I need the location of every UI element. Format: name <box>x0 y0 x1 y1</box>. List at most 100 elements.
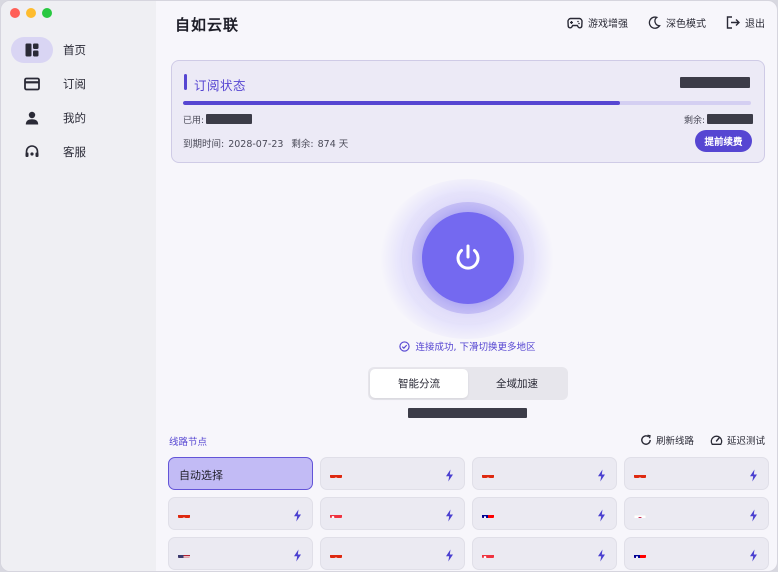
node-item-tw[interactable] <box>624 537 769 570</box>
maximize-window-button[interactable] <box>42 8 52 18</box>
node-item-sg[interactable] <box>472 537 617 570</box>
refresh-nodes-label: 刷新线路 <box>655 436 694 447</box>
expiry-info: 到期时间: 2028-07-23 剩余: 874 天 <box>183 136 356 150</box>
app-window: 首页 订阅 我的 客服 自如云联 游戏增强 深色模式 退出 订阅状态 已用: 剩… <box>0 0 778 572</box>
flag-tw-icon <box>634 549 646 558</box>
app-title: 自如云联 <box>175 16 240 34</box>
moon-icon <box>648 16 661 29</box>
subscription-card: 订阅状态 已用: 剩余: 到期时间: 2028-07-23 剩余: 874 天 提前续… <box>171 60 765 163</box>
sidebar-item-label: 首页 <box>63 43 86 57</box>
bolt-icon <box>293 507 302 526</box>
redacted-mode-info <box>408 408 527 418</box>
logout-label: 退出 <box>745 19 765 30</box>
refresh-nodes-button[interactable]: 刷新线路 <box>640 433 694 447</box>
card-icon <box>11 71 53 97</box>
headset-icon <box>11 139 53 165</box>
flag-tw-icon <box>482 509 494 518</box>
mode-toggle: 智能分流 全域加速 <box>368 367 568 400</box>
logout-icon <box>726 16 740 29</box>
bolt-icon <box>597 507 606 526</box>
renew-button[interactable]: 提前续费 <box>695 130 752 152</box>
usage-row: 已用: 剩余: <box>183 112 753 126</box>
nodes-actions: 刷新线路 延迟测试 <box>640 433 765 447</box>
mode-global-accel[interactable]: 全域加速 <box>468 369 566 398</box>
flag-hk-icon <box>330 469 342 478</box>
bolt-icon <box>749 547 758 566</box>
connection-status-text: 连接成功, 下滑切换更多地区 <box>415 342 536 353</box>
game-boost-button[interactable]: 游戏增强 <box>567 15 628 30</box>
title-accent-bar <box>184 74 187 90</box>
node-item-hk[interactable] <box>168 497 313 530</box>
flag-hk-icon <box>634 469 646 478</box>
dashboard-icon <box>11 37 53 63</box>
node-item-us[interactable] <box>168 537 313 570</box>
refresh-icon <box>641 434 651 445</box>
dark-mode-button[interactable]: 深色模式 <box>648 15 706 30</box>
sidebar-item-label: 我的 <box>63 111 86 125</box>
game-boost-label: 游戏增强 <box>588 19 628 30</box>
node-item-sg[interactable] <box>320 497 465 530</box>
latency-test-label: 延迟测试 <box>726 436 765 447</box>
node-item-hk[interactable] <box>472 457 617 490</box>
flag-hk-icon <box>330 549 342 558</box>
node-grid: 自动选择 <box>168 457 769 570</box>
subscription-title: 订阅状态 <box>194 78 247 93</box>
node-item-hk[interactable] <box>320 537 465 570</box>
latency-test-button[interactable]: 延迟测试 <box>710 433 765 447</box>
node-item-hk[interactable] <box>624 457 769 490</box>
node-item-hk[interactable] <box>320 457 465 490</box>
connection-status: 连接成功, 下滑切换更多地区 <box>156 339 777 353</box>
logout-button[interactable]: 退出 <box>726 15 765 30</box>
sidebar-nav: 首页 订阅 我的 客服 <box>11 37 146 173</box>
sidebar-item-profile[interactable]: 我的 <box>11 105 146 131</box>
bolt-icon <box>597 467 606 486</box>
window-controls <box>10 8 52 18</box>
bolt-icon <box>293 547 302 566</box>
sidebar-item-home[interactable]: 首页 <box>11 37 146 63</box>
speedometer-icon <box>710 435 723 445</box>
sidebar-item-label: 客服 <box>63 145 86 159</box>
close-window-button[interactable] <box>10 8 20 18</box>
flag-sg-icon <box>482 549 494 558</box>
flag-hk-icon <box>178 509 190 518</box>
redacted-used-value <box>206 114 253 124</box>
node-auto-select[interactable]: 自动选择 <box>168 457 313 490</box>
expiry-label: 到期时间: <box>183 139 225 150</box>
node-auto-label: 自动选择 <box>179 469 223 482</box>
power-icon <box>456 244 480 270</box>
bolt-icon <box>749 467 758 486</box>
expiry-date: 2028-07-23 <box>228 139 284 150</box>
minimize-window-button[interactable] <box>26 8 36 18</box>
usage-progress-fill <box>183 101 621 105</box>
flag-jp-icon <box>634 509 646 518</box>
remaining-label: 剩余: <box>683 115 705 126</box>
header-actions: 游戏增强 深色模式 退出 <box>567 15 765 30</box>
bolt-icon <box>445 547 454 566</box>
flag-us-icon <box>178 549 190 558</box>
user-icon <box>11 105 53 131</box>
connect-power-button[interactable] <box>422 212 514 304</box>
usage-progress-bar <box>183 101 751 105</box>
days-left-label: 剩余: <box>291 139 314 150</box>
main-content: 自如云联 游戏增强 深色模式 退出 订阅状态 已用: 剩余: 到期时间: 202… <box>156 1 777 571</box>
gamepad-icon <box>567 17 583 28</box>
dark-mode-label: 深色模式 <box>666 19 706 30</box>
bolt-icon <box>445 507 454 526</box>
node-item-jp[interactable] <box>624 497 769 530</box>
bolt-icon <box>749 507 758 526</box>
nodes-title: 线路节点 <box>169 437 208 448</box>
sidebar-item-subscription[interactable]: 订阅 <box>11 71 146 97</box>
node-item-tw[interactable] <box>472 497 617 530</box>
check-circle-icon <box>399 340 411 352</box>
redacted-plan-name <box>680 77 750 88</box>
bolt-icon <box>445 467 454 486</box>
used-label: 已用: <box>183 115 205 126</box>
flag-sg-icon <box>330 509 342 518</box>
mode-smart-split[interactable]: 智能分流 <box>370 369 468 398</box>
flag-hk-icon <box>482 469 494 478</box>
redacted-remaining-value <box>707 114 753 124</box>
sidebar-item-label: 订阅 <box>63 77 86 91</box>
sidebar: 首页 订阅 我的 客服 <box>1 1 156 571</box>
days-left-value: 874 天 <box>317 139 349 150</box>
sidebar-item-support[interactable]: 客服 <box>11 139 146 165</box>
